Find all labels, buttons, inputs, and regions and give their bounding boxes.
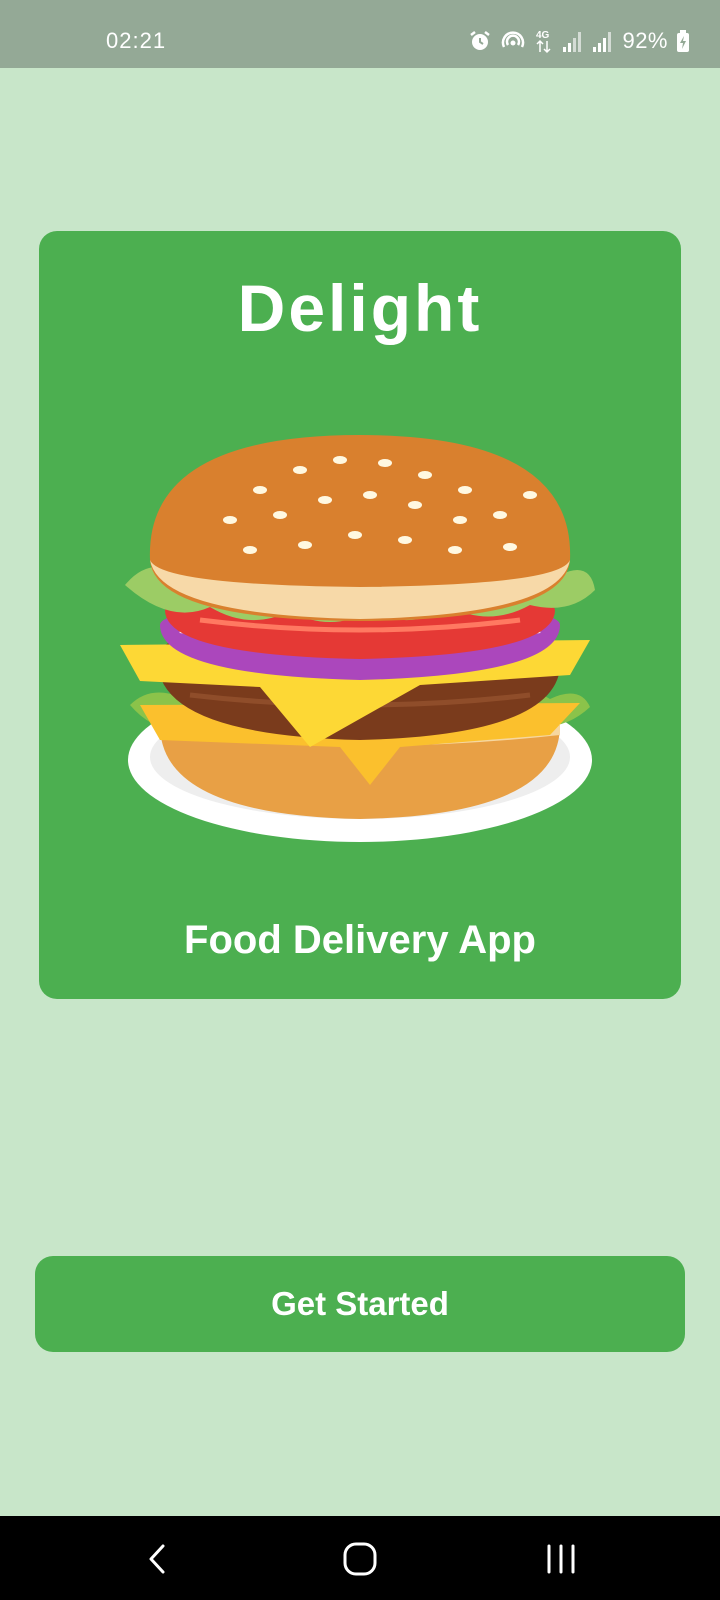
recents-button[interactable] [531, 1534, 591, 1584]
svg-text:4G: 4G [536, 30, 550, 41]
home-button[interactable] [330, 1534, 390, 1584]
signal-icon [562, 29, 584, 53]
app-subtitle: Food Delivery App [184, 918, 536, 962]
app-title: Delight [237, 271, 483, 345]
4g-icon: 4G [534, 28, 554, 54]
home-icon [343, 1542, 377, 1576]
hotspot-icon [500, 29, 526, 53]
get-started-button[interactable]: Get Started [35, 1256, 685, 1352]
back-button[interactable] [128, 1534, 188, 1584]
burger-illustration [120, 435, 595, 842]
status-time: 02:21 [106, 28, 167, 53]
recents-icon [547, 1544, 575, 1574]
battery-charging-icon [676, 29, 690, 53]
status-bar: 02:21 4G 92% [0, 0, 720, 68]
alarm-icon [468, 29, 492, 53]
back-icon [149, 1544, 165, 1574]
navigation-bar [0, 1516, 720, 1600]
signal-icon [592, 29, 614, 53]
status-icons: 4G 92% [468, 26, 690, 56]
battery-percentage: 92% [622, 28, 668, 53]
